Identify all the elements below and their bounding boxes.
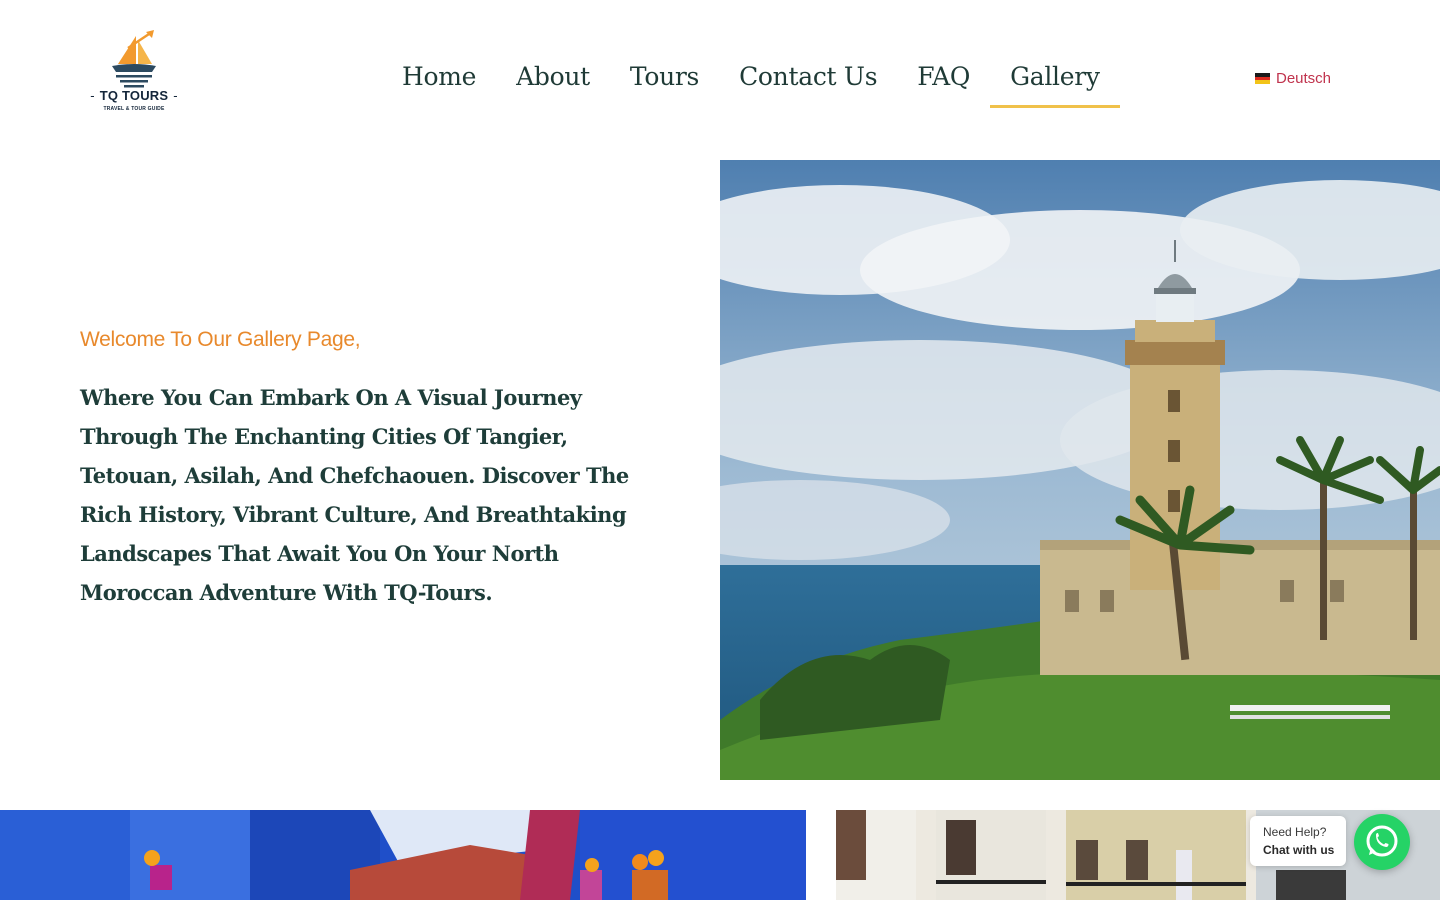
gallery-subtitle: Welcome To Our Gallery Page,: [80, 328, 361, 351]
nav-faq[interactable]: FAQ: [897, 56, 990, 108]
chat-help-bubble[interactable]: Need Help? Chat with us: [1250, 816, 1346, 866]
language-switcher[interactable]: Deutsch: [1255, 70, 1331, 87]
german-flag-icon: [1255, 73, 1270, 85]
site-header: - TQ TOURS - TRAVEL & TOUR GUIDE Home Abou…: [0, 0, 1440, 160]
brand-name: - TQ TOURS -: [90, 88, 178, 103]
sailboat-logo-icon: [112, 30, 156, 88]
brand-logo[interactable]: - TQ TOURS - TRAVEL & TOUR GUIDE: [84, 30, 184, 116]
gallery-image-tangier-street[interactable]: [836, 810, 1440, 900]
nav-about[interactable]: About: [496, 56, 610, 108]
nav-contact-us[interactable]: Contact Us: [719, 56, 897, 108]
gallery-intro-text: Where You Can Embark On A Visual Journey…: [80, 385, 629, 605]
chefchaouen-photo: [0, 810, 806, 900]
hero-lighthouse-image: [720, 160, 1440, 780]
whatsapp-icon: [1366, 825, 1398, 857]
chat-help-line: Need Help?: [1263, 825, 1327, 839]
chat-cta-line: Chat with us: [1263, 843, 1335, 857]
main-nav: Home About Tours Contact Us FAQ Gallery: [382, 56, 1120, 108]
brand-tagline: TRAVEL & TOUR GUIDE: [103, 106, 165, 112]
nav-gallery[interactable]: Gallery: [990, 56, 1120, 108]
lighthouse-photo: [720, 160, 1440, 780]
nav-home[interactable]: Home: [382, 56, 496, 108]
tangier-street-photo: [836, 810, 1440, 900]
language-label: Deutsch: [1276, 70, 1332, 87]
gallery-image-chefchaouen[interactable]: [0, 810, 806, 900]
nav-tours[interactable]: Tours: [610, 56, 719, 108]
whatsapp-chat-button[interactable]: [1354, 814, 1410, 870]
